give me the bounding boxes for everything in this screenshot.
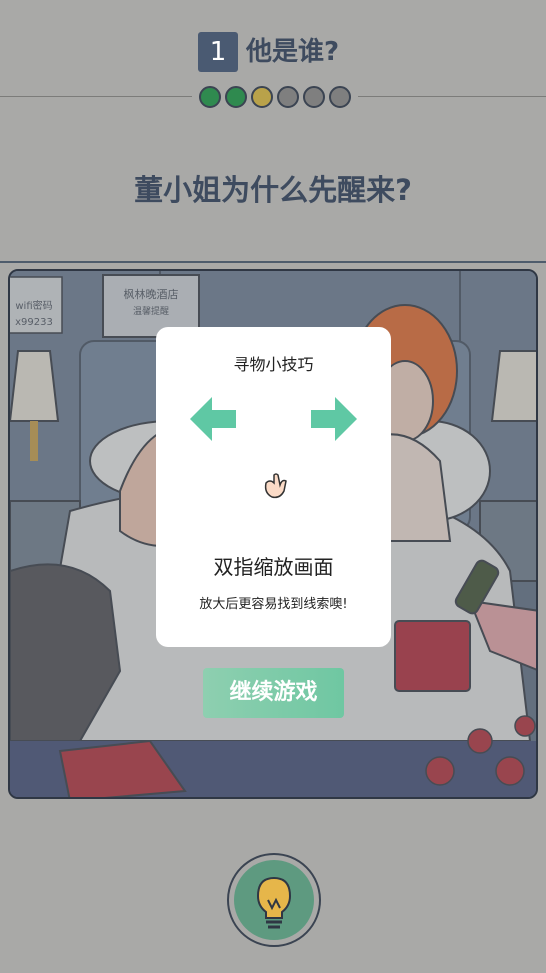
tips-modal: 寻物小技巧 双指缩放画面 放大后更容易找到线索噢! bbox=[156, 327, 391, 647]
modal-title: 寻物小技巧 bbox=[233, 355, 314, 374]
progress-dot-done bbox=[225, 86, 247, 108]
level-number-badge: 1 bbox=[198, 32, 238, 72]
progress-dot-todo bbox=[303, 86, 325, 108]
modal-text: 放大后更容易找到线索噢! bbox=[199, 597, 348, 612]
progress-dot-todo bbox=[329, 86, 351, 108]
hint-button-circle bbox=[234, 860, 314, 940]
divider-right bbox=[358, 96, 546, 97]
lightbulb-icon bbox=[256, 876, 292, 929]
hint-button[interactable] bbox=[227, 853, 321, 947]
header-separator bbox=[0, 261, 546, 263]
level-progress-dots bbox=[199, 86, 351, 108]
progress-dot-done bbox=[199, 86, 221, 108]
arrow-right-icon bbox=[309, 395, 357, 447]
progress-dot-todo bbox=[277, 86, 299, 108]
progress-dot-current bbox=[251, 86, 273, 108]
pinch-hand-icon bbox=[258, 469, 290, 505]
question-text: 董小姐为什么先醒来? bbox=[134, 173, 412, 207]
divider-left bbox=[0, 96, 192, 97]
level-title: 他是谁? bbox=[246, 37, 340, 67]
continue-game-button[interactable]: 继续游戏 bbox=[203, 668, 344, 718]
arrow-left-icon bbox=[190, 395, 238, 447]
modal-heading: 双指缩放画面 bbox=[213, 555, 334, 579]
